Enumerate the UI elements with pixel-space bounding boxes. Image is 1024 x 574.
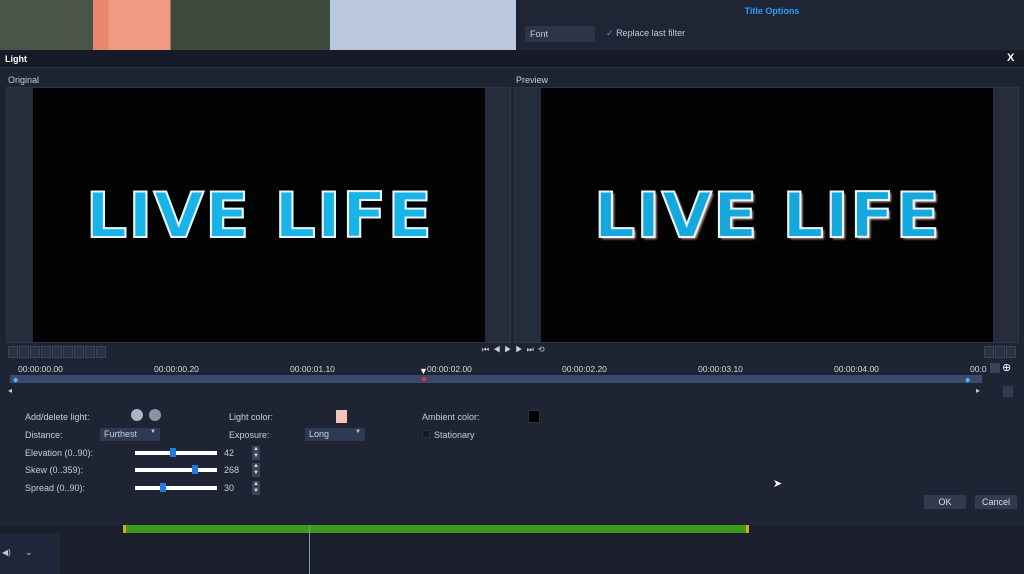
slider-thumb[interactable] [160, 483, 167, 492]
tool-button[interactable] [63, 346, 73, 358]
timeline-clip[interactable] [123, 525, 749, 533]
ambient-color-label: Ambient color: [422, 412, 480, 422]
elevation-label: Elevation (0..90): [25, 448, 94, 458]
play-icon[interactable]: ▶ [504, 345, 515, 354]
add-light-icon[interactable] [131, 409, 143, 421]
replace-last-filter-label: Replace last filter [616, 28, 686, 38]
tool-button[interactable] [96, 346, 106, 358]
font-tab[interactable]: Font [525, 26, 595, 42]
preview-video: LIVE LIFE [541, 88, 993, 342]
skew-spinner[interactable]: ▲ ▼ [252, 463, 260, 477]
time-tick: 00:00:04.00 [834, 364, 879, 374]
end-icon[interactable]: ⏭ [527, 345, 538, 354]
exposure-value: Long [309, 429, 330, 439]
cancel-button[interactable]: Cancel [975, 495, 1017, 509]
background-video-frame [0, 0, 516, 50]
add-delete-light-label: Add/delete light: [25, 412, 90, 422]
view-button[interactable] [995, 346, 1005, 358]
time-tick: 00:0 [970, 364, 987, 374]
stationary-checkbox[interactable] [422, 430, 430, 438]
ok-button[interactable]: OK [924, 495, 966, 509]
timeline-playhead[interactable] [309, 526, 310, 574]
spread-spinner[interactable]: ▲ ▼ [252, 481, 260, 495]
dialog-title: Light [5, 54, 27, 64]
dialog-titlebar [0, 50, 1024, 68]
chevron-down-icon: ▼ [355, 429, 361, 435]
collapse-button[interactable] [1003, 386, 1013, 397]
view-button[interactable] [1006, 346, 1016, 358]
preview-label: Preview [516, 75, 549, 85]
time-tick: 00:00:01.10 [290, 364, 335, 374]
scroll-left-icon[interactable]: ◂ [8, 386, 12, 395]
delete-light-icon[interactable] [149, 409, 161, 421]
exposure-dropdown[interactable]: Long ▼ [305, 428, 365, 441]
spread-value[interactable]: 30 [224, 483, 234, 493]
home-icon[interactable]: ⏮ [482, 345, 493, 354]
elevation-spinner[interactable]: ▲ ▼ [252, 446, 260, 460]
zoom-out-button[interactable] [990, 363, 1000, 373]
time-tick: 00:00:00.00 [18, 364, 63, 374]
end-keyframe-icon[interactable]: ◆ [965, 376, 970, 384]
original-label: Original [8, 75, 40, 85]
light-color-label: Light color: [229, 412, 274, 422]
skew-value[interactable]: 268 [224, 465, 239, 475]
tool-button[interactable] [85, 346, 95, 358]
start-keyframe-icon[interactable]: ◆ [13, 376, 18, 384]
replace-last-filter-checkbox[interactable]: ✓ Replace last filter [606, 28, 685, 39]
close-button[interactable]: X [1007, 52, 1014, 64]
time-tick: 00:00:02.00 [427, 364, 472, 374]
scroll-right-icon[interactable]: ▸ [976, 386, 980, 395]
playhead-marker [422, 377, 426, 381]
chevron-down-icon[interactable]: ⌄ [25, 547, 33, 558]
time-tick: 00:00:02.20 [562, 364, 607, 374]
view-toolbar [984, 346, 1017, 360]
slider-thumb[interactable] [191, 465, 198, 474]
repeat-icon[interactable]: ⟲ [538, 345, 549, 354]
video-title-text: LIVE LIFE [84, 178, 433, 253]
elevation-slider[interactable] [135, 448, 217, 457]
volume-icon[interactable]: ◀) [2, 548, 11, 557]
time-tick: 00:00:03.10 [698, 364, 743, 374]
spread-slider[interactable] [135, 483, 217, 492]
slider-thumb[interactable] [170, 448, 177, 457]
mouse-cursor: ➤ [773, 478, 783, 490]
project-timeline [0, 526, 1024, 574]
tool-button[interactable] [41, 346, 51, 358]
stationary-label: Stationary [434, 430, 475, 440]
tool-button[interactable] [52, 346, 62, 358]
prev-frame-icon[interactable]: ◀ [493, 345, 504, 354]
playhead[interactable]: ▼ [419, 366, 428, 376]
tool-button[interactable] [8, 346, 18, 358]
zoom-in-icon[interactable]: ⊕ [1002, 361, 1011, 374]
tool-button[interactable] [19, 346, 29, 358]
playback-controls: ⏮◀▶▶⏭⟲ [482, 345, 549, 355]
title-options-heading: Title Options [744, 6, 800, 16]
elevation-value[interactable]: 42 [224, 448, 234, 458]
time-tick: 00:00:00.20 [154, 364, 199, 374]
view-button[interactable] [984, 346, 994, 358]
ambient-color-swatch[interactable] [528, 410, 540, 423]
exposure-label: Exposure: [229, 430, 270, 440]
original-video[interactable]: LIVE LIFE [33, 88, 485, 342]
preview-title-text: LIVE LIFE [592, 178, 941, 253]
timeline-track[interactable] [10, 375, 982, 383]
next-frame-icon[interactable]: ▶ [515, 345, 526, 354]
tool-button[interactable] [74, 346, 84, 358]
distance-value: Furthest [104, 429, 138, 439]
chevron-down-icon: ▼ [150, 429, 156, 435]
skew-slider[interactable] [135, 465, 217, 474]
tool-button[interactable] [30, 346, 40, 358]
edit-toolbar [8, 346, 107, 360]
distance-dropdown[interactable]: Furthest ▼ [100, 428, 160, 441]
distance-label: Distance: [25, 430, 63, 440]
check-icon: ✓ [606, 28, 614, 38]
spread-label: Spread (0..90): [25, 483, 86, 493]
skew-label: Skew (0..359): [25, 465, 84, 475]
light-color-swatch[interactable] [336, 410, 347, 423]
